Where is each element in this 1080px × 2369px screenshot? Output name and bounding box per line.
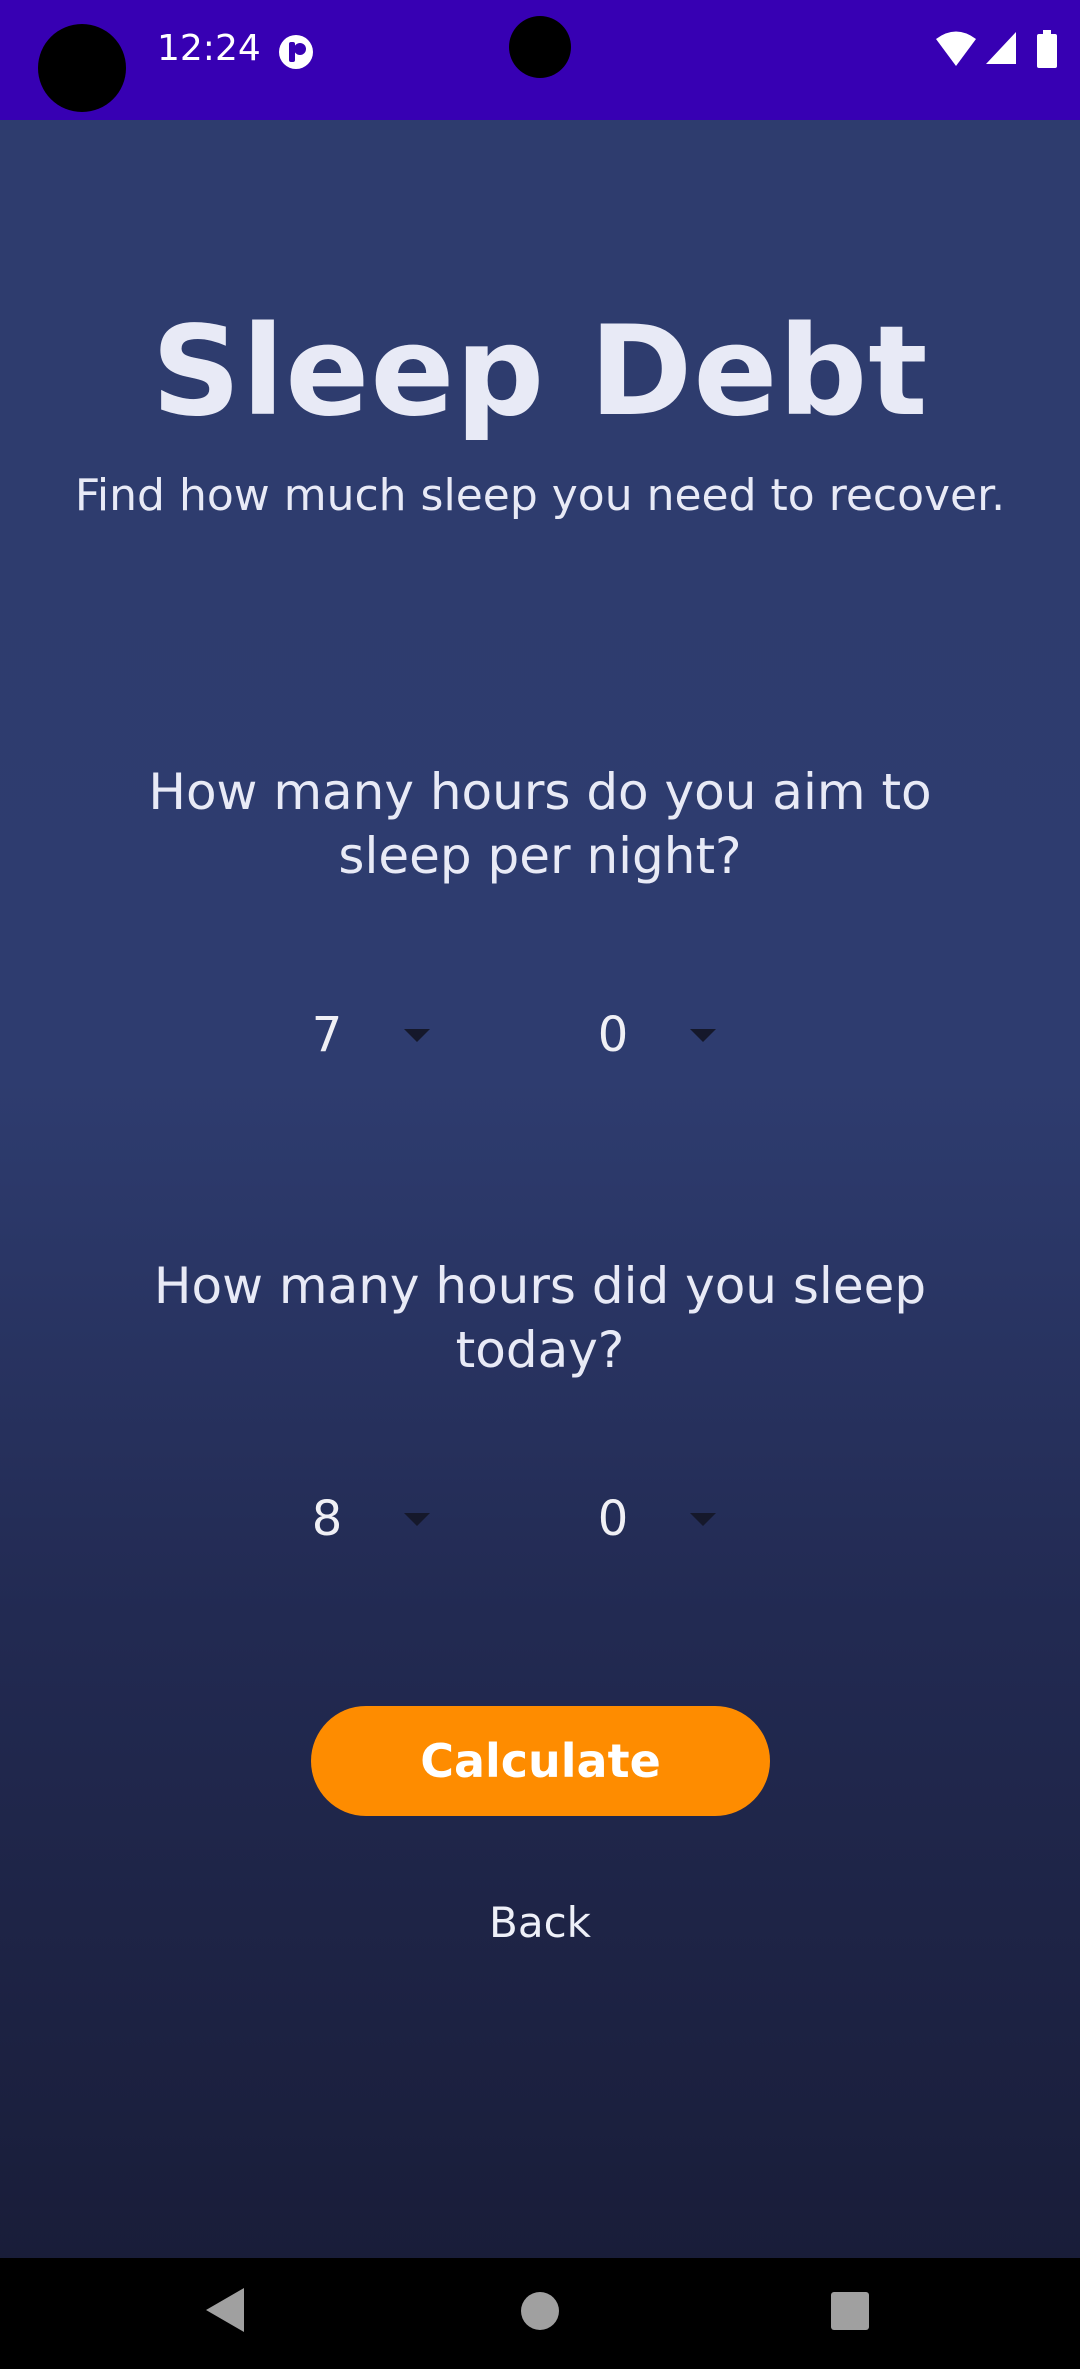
page-subtitle: Find how much sleep you need to recover. — [74, 470, 1006, 521]
camera-cutout-left — [38, 24, 126, 112]
actual-minutes-value: 0 — [597, 1491, 629, 1547]
dropdown-arrow-icon — [690, 1513, 716, 1526]
back-button[interactable]: Back — [440, 1898, 640, 1947]
goal-minutes-value: 0 — [597, 1007, 629, 1063]
calculate-button[interactable]: Calculate — [311, 1706, 770, 1816]
dropdown-arrow-icon — [404, 1513, 430, 1526]
goal-sleep-question: How many hours do you aim to sleep per n… — [148, 763, 932, 885]
cell-signal-icon — [986, 32, 1016, 64]
goal-hours-spinner[interactable]: 7 — [262, 990, 492, 1080]
home-icon[interactable] — [519, 2290, 561, 2332]
actual-hours-value: 8 — [311, 1491, 343, 1547]
battery-icon — [1037, 30, 1057, 68]
goal-minutes-spinner[interactable]: 0 — [548, 990, 778, 1080]
navigation-bar — [0, 2258, 1080, 2369]
actual-minutes-spinner[interactable]: 0 — [548, 1474, 778, 1564]
actual-hours-spinner[interactable]: 8 — [262, 1474, 492, 1564]
page-title: Sleep Debt — [151, 300, 929, 444]
goal-hours-value: 7 — [311, 1007, 343, 1063]
status-time: 12:24 — [157, 28, 261, 69]
recents-icon[interactable] — [829, 2290, 871, 2332]
back-icon[interactable] — [200, 2282, 250, 2338]
status-bar: 12:24 — [0, 0, 1080, 120]
actual-sleep-question: How many hours did you sleep today? — [153, 1257, 927, 1379]
dropdown-arrow-icon — [404, 1029, 430, 1042]
wifi-icon — [936, 31, 976, 66]
app-notification-icon — [278, 34, 314, 74]
dropdown-arrow-icon — [690, 1029, 716, 1042]
camera-cutout-center — [509, 16, 571, 78]
